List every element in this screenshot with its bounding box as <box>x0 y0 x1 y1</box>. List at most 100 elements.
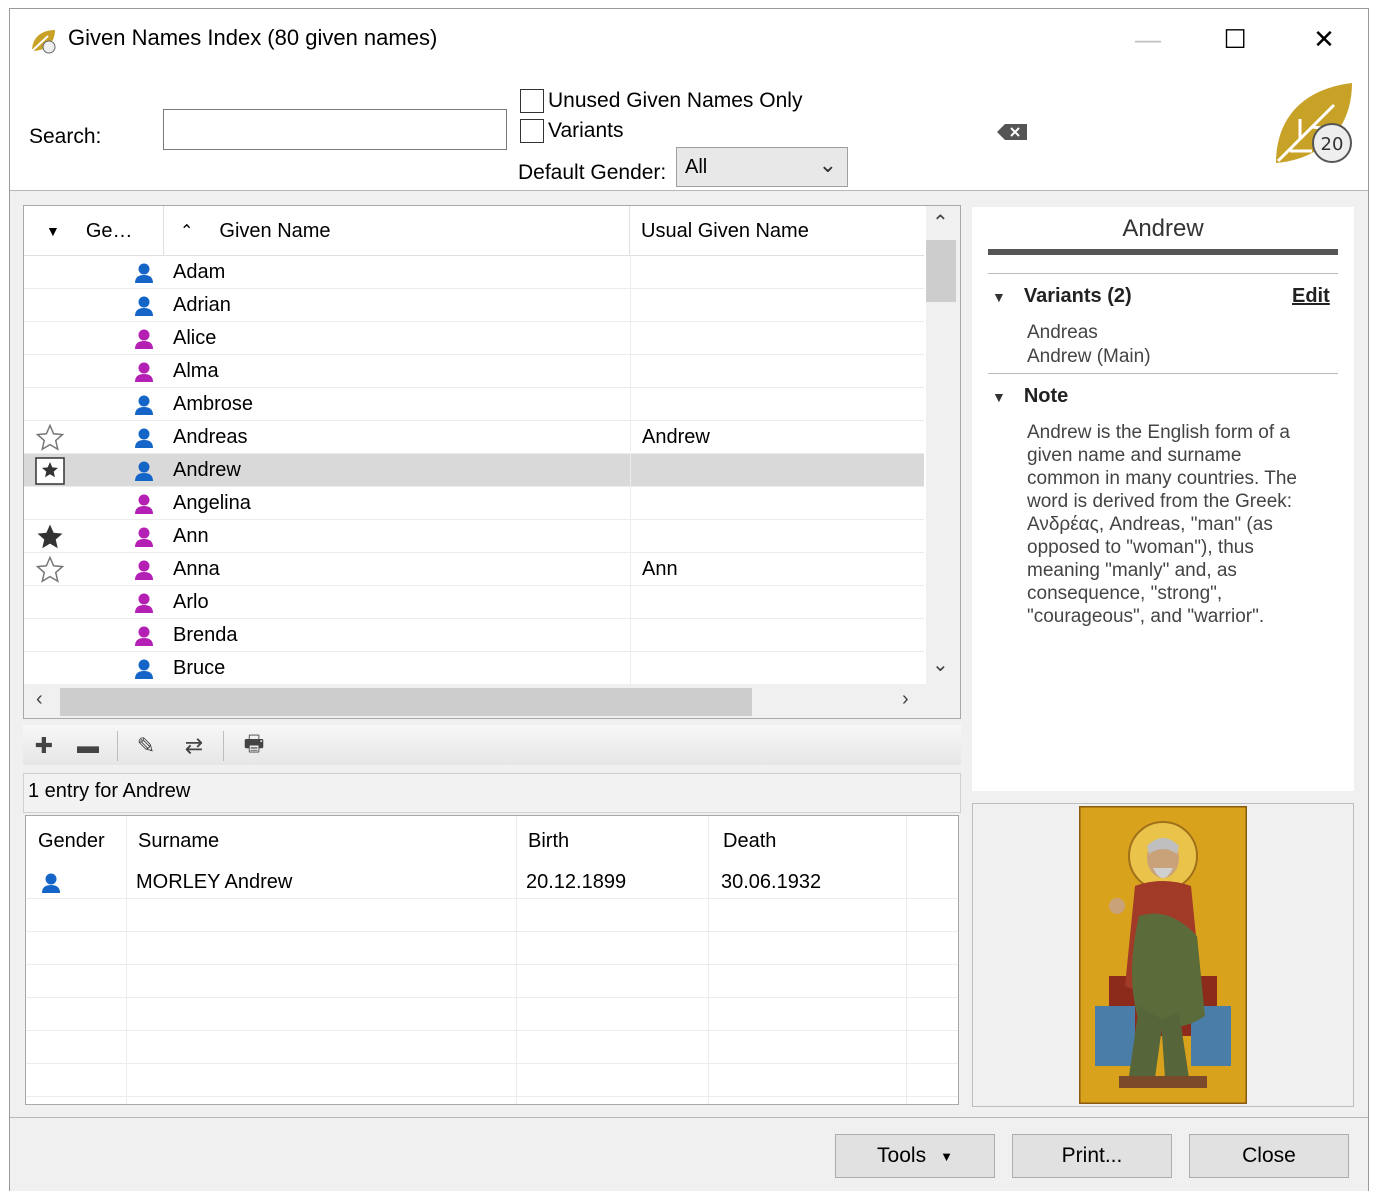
table-row <box>26 1031 958 1064</box>
favorite-star-icon[interactable] <box>32 520 68 553</box>
usual-given-name-cell <box>630 388 924 421</box>
table-row[interactable]: Bruce <box>24 652 924 685</box>
scroll-right-icon[interactable]: › <box>902 688 909 711</box>
favorite-star-icon[interactable] <box>32 322 68 355</box>
entries-col-surname[interactable]: Surname <box>126 816 516 866</box>
table-row[interactable]: Anna Ann <box>24 553 924 586</box>
column-usual-given-name-header[interactable]: Usual Given Name <box>630 206 924 256</box>
dialog-button-bar: Tools ▼ Print... Close <box>10 1117 1368 1191</box>
favorite-star-icon[interactable] <box>32 421 68 454</box>
female-person-icon <box>128 586 160 619</box>
app-logo: 20 <box>1276 83 1352 163</box>
table-row[interactable]: Andreas Andrew <box>24 421 924 454</box>
death-cell: 30.06.1932 <box>721 871 822 893</box>
given-name-cell: Arlo <box>173 591 209 613</box>
table-row[interactable]: Adrian <box>24 289 924 322</box>
female-person-icon <box>128 520 160 553</box>
table-row[interactable]: Alma <box>24 355 924 388</box>
table-row <box>26 998 958 1031</box>
edit-variants-link[interactable]: Edit <box>1292 285 1330 308</box>
usual-given-name-cell <box>630 586 924 619</box>
window-title: Given Names Index (80 given names) <box>68 25 438 50</box>
female-person-icon <box>128 322 160 355</box>
favorite-star-icon[interactable] <box>32 388 68 421</box>
unused-only-checkbox-row[interactable]: Unused Given Names Only <box>520 89 802 113</box>
variants-checkbox[interactable] <box>520 119 544 143</box>
column-given-name-header[interactable]: ⌃ Given Name <box>164 206 630 256</box>
tools-button[interactable]: Tools ▼ <box>835 1134 995 1178</box>
scroll-up-icon[interactable]: ⌃ <box>932 210 949 235</box>
entries-col-birth[interactable]: Birth <box>516 816 711 866</box>
table-row[interactable]: Angelina <box>24 487 924 520</box>
favorite-star-icon[interactable] <box>32 487 68 520</box>
variants-heading: Variants (2) <box>1023 285 1132 307</box>
table-row[interactable]: Brenda <box>24 619 924 652</box>
default-gender-select[interactable]: All ⌄ <box>676 147 848 187</box>
table-row[interactable]: Andrew <box>24 454 924 487</box>
clear-search-icon[interactable] <box>995 121 1029 143</box>
usual-given-name-cell <box>630 652 924 685</box>
given-name-cell: Alma <box>173 360 219 382</box>
grid-toolbar: ✚ ▬ ✎ ⇄ 🖶 <box>23 725 961 765</box>
usual-given-name-cell <box>630 520 924 553</box>
maximize-button[interactable]: ☐ <box>1204 17 1266 61</box>
female-person-icon <box>128 487 160 520</box>
variants-checkbox-row[interactable]: Variants <box>520 119 623 143</box>
given-name-cell: Alice <box>173 327 217 349</box>
entries-col-death[interactable]: Death <box>711 816 906 866</box>
table-row <box>26 965 958 998</box>
table-row[interactable]: Adam <box>24 256 924 289</box>
table-row[interactable]: Alice <box>24 322 924 355</box>
column-gender-header[interactable]: ▼ Ge… <box>24 206 164 256</box>
horizontal-scroll-thumb[interactable] <box>60 688 752 716</box>
table-row[interactable]: Ann <box>24 520 924 553</box>
given-names-index-window: Given Names Index (80 given names) — ☐ ✕… <box>9 8 1369 1191</box>
add-icon[interactable]: ✚ <box>29 731 59 761</box>
favorite-star-icon[interactable] <box>32 652 68 685</box>
print-button[interactable]: Print... <box>1012 1134 1172 1178</box>
given-name-cell: Brenda <box>173 624 238 646</box>
table-row[interactable]: Ambrose <box>24 388 924 421</box>
favorite-star-icon[interactable] <box>32 586 68 619</box>
filter-bar: Search: Unused Given Names Only Variants… <box>10 67 1368 191</box>
given-name-cell: Andreas <box>173 426 248 448</box>
usual-given-name-cell <box>630 289 924 322</box>
favorite-star-icon[interactable] <box>32 454 68 487</box>
toolbar-separator <box>223 731 224 761</box>
print-icon[interactable]: 🖶 <box>239 731 269 761</box>
edit-icon[interactable]: ✎ <box>131 731 161 761</box>
table-row[interactable]: MORLEY Andrew 20.12.1899 30.06.1932 <box>26 866 958 899</box>
merge-icon[interactable]: ⇄ <box>179 731 209 761</box>
search-input[interactable] <box>163 109 507 150</box>
male-person-icon <box>128 256 160 289</box>
male-person-icon <box>128 454 160 487</box>
note-section-toggle[interactable]: ▼ Note <box>992 385 1068 408</box>
female-person-icon <box>128 553 160 586</box>
close-button[interactable]: Close <box>1189 1134 1349 1178</box>
entries-col-gender[interactable]: Gender <box>26 816 126 866</box>
table-row <box>26 1064 958 1097</box>
favorite-star-icon[interactable] <box>32 256 68 289</box>
scroll-left-icon[interactable]: ‹ <box>36 688 43 711</box>
remove-icon[interactable]: ▬ <box>73 731 103 761</box>
surname-cell: MORLEY Andrew <box>136 871 293 893</box>
table-row[interactable]: Arlo <box>24 586 924 619</box>
usual-given-name-cell <box>630 322 924 355</box>
name-image-panel <box>972 803 1354 1107</box>
collapse-triangle-icon: ▼ <box>992 388 1006 405</box>
usual-given-name-cell: Ann <box>630 553 924 586</box>
scroll-down-icon[interactable]: ⌄ <box>932 652 949 677</box>
note-heading: Note <box>1023 385 1069 407</box>
favorite-star-icon[interactable] <box>32 619 68 652</box>
favorite-star-icon[interactable] <box>32 553 68 586</box>
favorite-star-icon[interactable] <box>32 289 68 322</box>
close-window-button[interactable]: ✕ <box>1293 17 1355 61</box>
divider <box>988 373 1338 374</box>
male-person-icon <box>26 866 126 899</box>
unused-only-checkbox[interactable] <box>520 89 544 113</box>
variants-section-toggle[interactable]: ▼ Variants (2) <box>992 285 1132 308</box>
vertical-scroll-thumb[interactable] <box>926 240 956 302</box>
minimize-button[interactable]: — <box>1117 17 1179 61</box>
favorite-star-icon[interactable] <box>32 355 68 388</box>
given-name-cell: Angelina <box>173 492 251 514</box>
